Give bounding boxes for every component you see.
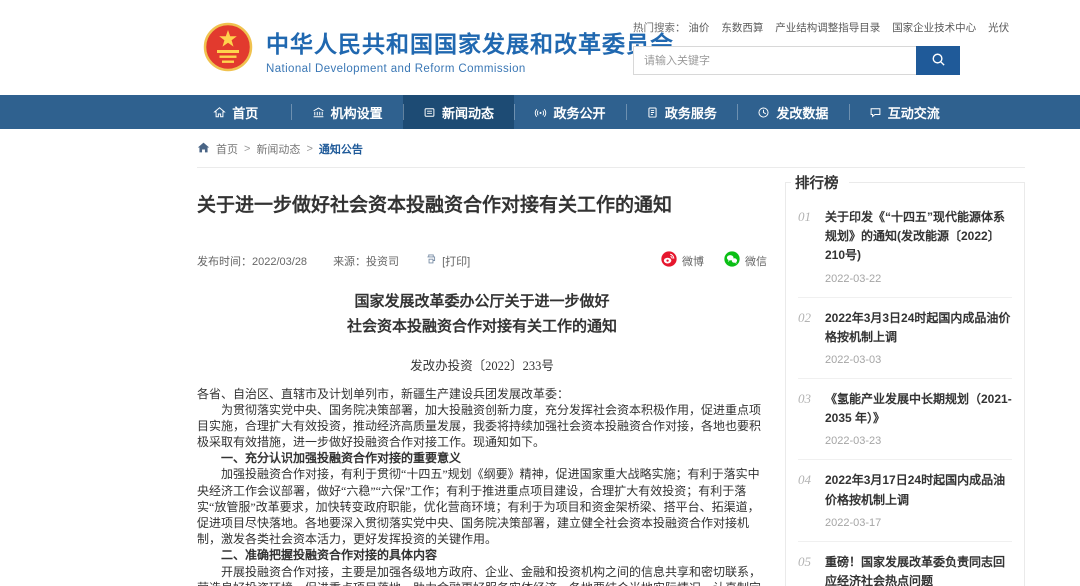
nav-item-home[interactable]: 首页 xyxy=(180,95,291,129)
nav-item-news[interactable]: 新闻动态 xyxy=(403,95,514,129)
nav-item-interaction[interactable]: 互动交流 xyxy=(849,95,960,129)
hot-search-term[interactable]: 东数西算 xyxy=(721,22,763,34)
ranking-item-link[interactable]: 重磅！国家发展改革委负责同志回应经济社会热点问题 xyxy=(825,553,1012,586)
ranking-item: 01 关于印发《“十四五”现代能源体系规划》的通知(发改能源〔2022〕210号… xyxy=(798,197,1012,297)
search-input[interactable] xyxy=(633,46,916,75)
paragraph: 各省、自治区、直辖市及计划单列市，新疆生产建设兵团发展改革委： xyxy=(197,386,767,402)
ranking-item-date: 2022-03-17 xyxy=(825,517,1012,529)
section-heading: 一、充分认识加强投融资合作对接的重要意义 xyxy=(197,450,767,466)
weibo-icon xyxy=(661,251,677,270)
hot-search-bar: 热门搜索： 油价 东数西算 产业结构调整指导目录 国家企业技术中心 光伏 xyxy=(633,20,993,35)
site-title-cn: 中华人民共和国国家发展和改革委员会 xyxy=(266,25,674,59)
nav-item-label: 机构设置 xyxy=(331,103,383,122)
hot-search-term[interactable]: 光伏 xyxy=(988,22,1009,34)
ranking-item-link[interactable]: 2022年3月17日24时起国内成品油价格按机制上调 xyxy=(825,471,1012,509)
document-body: 国家发展改革委办公厅关于进一步做好 社会资本投融资合作对接有关工作的通知 发改办… xyxy=(197,290,767,586)
article-column: 关于进一步做好社会资本投融资合作对接有关工作的通知 发布时间：2022/03/2… xyxy=(197,168,767,586)
document-number: 发改办投资〔2022〕233号 xyxy=(197,355,767,374)
broadcast-icon xyxy=(534,106,547,119)
article-meta: 发布时间：2022/03/28 来源：投资司 [打印] 微博 xyxy=(197,251,767,270)
ranking-title: 排行榜 xyxy=(791,172,849,193)
ranking-item-date: 2022-03-23 xyxy=(825,435,1012,447)
sidebar: 排行榜 01 关于印发《“十四五”现代能源体系规划》的通知(发改能源〔2022〕… xyxy=(785,168,1025,586)
document-title: 国家发展改革委办公厅关于进一步做好 社会资本投融资合作对接有关工作的通知 xyxy=(197,290,767,340)
rank-number: 04 xyxy=(798,471,825,528)
nav-item-label: 首页 xyxy=(232,103,258,122)
nav-item-label: 互动交流 xyxy=(888,103,940,122)
nav-item-label: 发改数据 xyxy=(776,103,828,122)
main-content: 首页 > 新闻动态 > 通知公告 关于进一步做好社会资本投融资合作对接有关工作的… xyxy=(197,129,1025,586)
rank-number: 01 xyxy=(798,208,825,285)
ranking-box: 排行榜 01 关于印发《“十四五”现代能源体系规划》的通知(发改能源〔2022〕… xyxy=(785,182,1025,586)
search-button[interactable] xyxy=(916,46,960,75)
rank-number: 03 xyxy=(798,390,825,447)
home-icon xyxy=(213,106,226,119)
document-icon xyxy=(646,106,659,119)
hot-search-label: 热门搜索： xyxy=(633,22,686,34)
ranking-item: 04 2022年3月17日24时起国内成品油价格按机制上调 2022-03-17 xyxy=(798,459,1012,540)
wechat-icon xyxy=(724,251,740,270)
ranking-item-link[interactable]: 2022年3月3日24时起国内成品油价格按机制上调 xyxy=(825,309,1012,347)
breadcrumb: 首页 > 新闻动态 > 通知公告 xyxy=(197,129,1025,168)
site-title-en: National Development and Reform Commissi… xyxy=(266,63,674,75)
chat-icon xyxy=(869,106,882,119)
breadcrumb-item-notices[interactable]: 通知公告 xyxy=(319,141,363,157)
paragraph: 开展投融资合作对接，主要是加强各级地方政府、企业、金融和投资机构之间的信息共享和… xyxy=(197,564,767,586)
page-title: 关于进一步做好社会资本投融资合作对接有关工作的通知 xyxy=(197,190,767,217)
site-logo-link[interactable]: 中华人民共和国国家发展和改革委员会 National Development a… xyxy=(203,19,674,80)
ranking-item-link[interactable]: 《氢能产业发展中长期规划（2021-2035 年）》 xyxy=(825,390,1012,428)
wechat-label: 微信 xyxy=(745,253,767,269)
ranking-item: 03 《氢能产业发展中长期规划（2021-2035 年）》 2022-03-23 xyxy=(798,378,1012,459)
paragraph: 加强投融资合作对接，有利于贯彻“十四五”规划《纲要》精神，促进国家重大战略实施；… xyxy=(197,466,767,547)
breadcrumb-separator: > xyxy=(244,143,250,155)
site-header: 中华人民共和国国家发展和改革委员会 National Development a… xyxy=(0,0,1080,95)
breadcrumb-item-home[interactable]: 首页 xyxy=(216,141,238,157)
breadcrumb-home-icon xyxy=(197,141,210,157)
search-area: 热门搜索： 油价 东数西算 产业结构调整指导目录 国家企业技术中心 光伏 xyxy=(633,20,993,75)
nav-item-services[interactable]: 政务服务 xyxy=(626,95,737,129)
ranking-item: 02 2022年3月3日24时起国内成品油价格按机制上调 2022-03-03 xyxy=(798,297,1012,378)
nav-item-org[interactable]: 机构设置 xyxy=(291,95,402,129)
search-icon xyxy=(931,52,946,70)
main-navbar: 首页 机构设置 新闻动态 政务公开 政务服务 xyxy=(0,95,1080,129)
breadcrumb-separator: > xyxy=(306,143,312,155)
section-heading: 二、准确把握投融资合作对接的具体内容 xyxy=(197,547,767,563)
rank-number: 05 xyxy=(798,553,825,586)
hot-search-term[interactable]: 国家企业技术中心 xyxy=(892,22,976,34)
share-weibo-button[interactable]: 微博 xyxy=(661,251,704,270)
nav-item-label: 政务公开 xyxy=(553,103,605,122)
ranking-item-link[interactable]: 关于印发《“十四五”现代能源体系规划》的通知(发改能源〔2022〕210号) xyxy=(825,208,1012,266)
article-source: 来源：投资司 xyxy=(333,253,399,269)
bank-icon xyxy=(312,106,325,119)
national-emblem-icon xyxy=(203,19,253,80)
paragraph: 为贯彻落实党中央、国务院决策部署，加大投融资创新力度，充分发挥社会资本积极作用，… xyxy=(197,402,767,451)
print-button[interactable]: [打印] xyxy=(425,253,470,269)
publish-time: 发布时间：2022/03/28 xyxy=(197,253,307,269)
nav-item-label: 政务服务 xyxy=(665,103,717,122)
data-icon xyxy=(757,106,770,119)
ranking-item: 05 重磅！国家发展改革委负责同志回应经济社会热点问题 2022-03-07 xyxy=(798,541,1012,586)
share-wechat-button[interactable]: 微信 xyxy=(724,251,767,270)
rank-number: 02 xyxy=(798,309,825,366)
breadcrumb-item-news[interactable]: 新闻动态 xyxy=(256,141,300,157)
nav-item-data[interactable]: 发改数据 xyxy=(737,95,848,129)
ranking-item-date: 2022-03-03 xyxy=(825,354,1012,366)
ranking-item-date: 2022-03-22 xyxy=(825,273,1012,285)
nav-item-disclosure[interactable]: 政务公开 xyxy=(514,95,625,129)
hot-search-term[interactable]: 产业结构调整指导目录 xyxy=(775,22,880,34)
printer-icon xyxy=(425,253,437,268)
print-label: [打印] xyxy=(442,253,470,269)
hot-search-term[interactable]: 油价 xyxy=(688,22,709,34)
news-icon xyxy=(423,106,436,119)
nav-item-label: 新闻动态 xyxy=(442,103,494,122)
weibo-label: 微博 xyxy=(682,253,704,269)
